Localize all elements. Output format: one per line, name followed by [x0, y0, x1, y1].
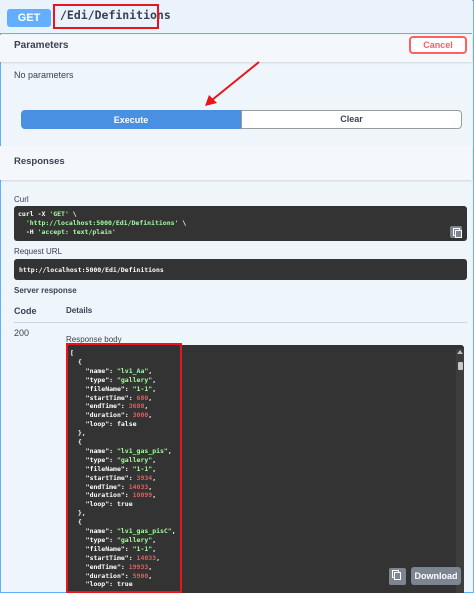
curl-line-3: -H 'accept: text/plain'	[18, 228, 116, 236]
clear-button[interactable]: Clear	[241, 110, 462, 129]
responses-header	[0, 146, 472, 180]
response-code: 200	[14, 328, 30, 338]
curl-label: Curl	[14, 195, 29, 204]
cancel-button[interactable]: Cancel	[409, 36, 467, 54]
parameters-title: Parameters	[14, 40, 69, 51]
request-url-block: http://localhost:5000/Edi/Definitions	[14, 259, 467, 280]
no-parameters-text: No parameters	[14, 70, 74, 80]
copy-response-icon[interactable]	[389, 568, 406, 585]
method-badge: GET	[7, 9, 51, 27]
server-response-label: Server response	[14, 286, 77, 295]
response-scrollbar[interactable]	[456, 349, 464, 593]
annotation-box-path	[53, 4, 159, 29]
scroll-up-arrow-icon[interactable]	[457, 350, 463, 354]
copy-curl-icon[interactable]	[450, 226, 462, 238]
curl-line-2: 'http://localhost:5000/Edi/Definitions' …	[25, 219, 187, 227]
request-url-value: http://localhost:5000/Edi/Definitions	[19, 266, 164, 274]
annotation-box-response	[66, 343, 182, 593]
response-table-divider	[14, 322, 467, 323]
responses-title: Responses	[14, 156, 65, 167]
download-button[interactable]: Download	[411, 567, 461, 585]
scroll-thumb[interactable]	[458, 362, 463, 370]
code-column-header: Code	[14, 306, 37, 316]
curl-line-1: curl -X 'GET' \	[18, 210, 77, 218]
request-url-label: Request URL	[14, 247, 63, 256]
curl-code-block: curl -X 'GET' \ 'http://localhost:5000/E…	[14, 206, 467, 241]
execute-button[interactable]: Execute	[21, 110, 241, 129]
details-column-header: Details	[66, 306, 93, 315]
parameters-header	[0, 35, 472, 62]
